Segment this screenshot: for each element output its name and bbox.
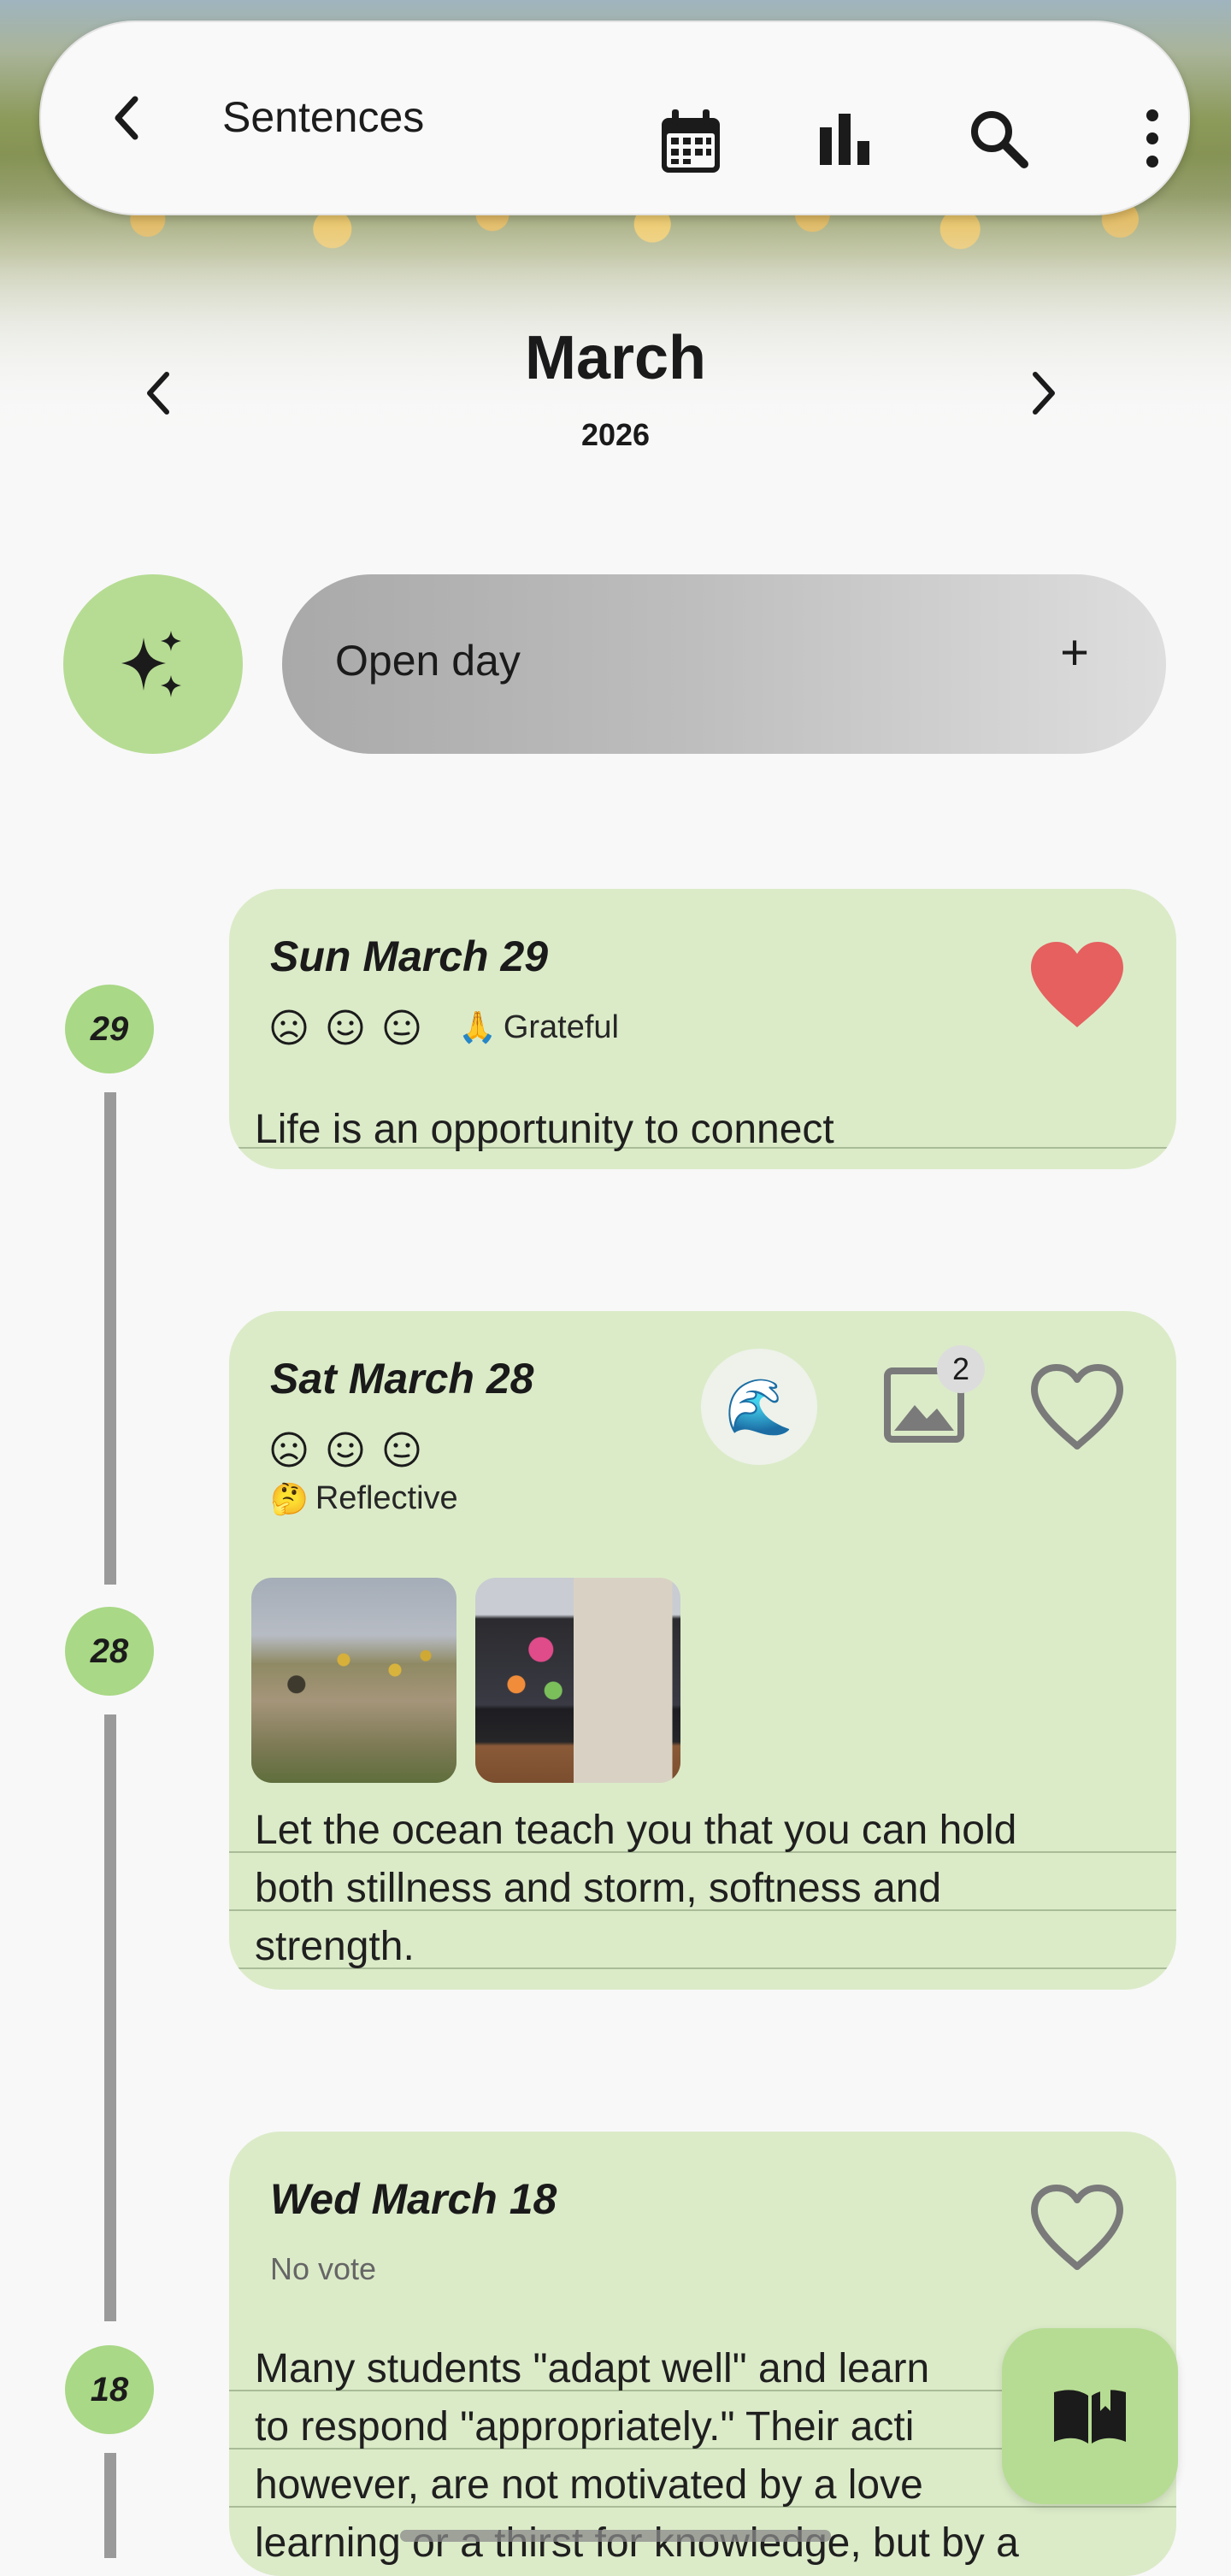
sad-face-icon[interactable]: [270, 1009, 308, 1046]
back-chevron-icon: [115, 96, 138, 140]
entry-card-march-28[interactable]: Sat March 28 🤔 Reflective 🌊 2 Let the oc…: [229, 1311, 1176, 1990]
favorite-heart-filled-icon[interactable]: [1026, 938, 1128, 1032]
timeline-line: [104, 2453, 116, 2558]
entry-date: Wed March 18: [270, 2175, 557, 2223]
search-icon: [971, 111, 1028, 168]
mood-row: [270, 1431, 421, 1468]
open-book-icon: [1054, 2389, 1126, 2444]
chevron-left-icon: [147, 372, 169, 415]
entry-text-line: learning or a thirst for knowledge, but …: [255, 2520, 1019, 2566]
more-vert-icon: [1146, 109, 1158, 168]
chevron-right-icon: [1033, 372, 1055, 415]
more-options-button[interactable]: [1110, 96, 1195, 181]
page-title: Sentences: [222, 93, 425, 141]
timeline-day-18[interactable]: 18: [65, 2345, 154, 2434]
entry-photo-thumbnail[interactable]: [475, 1578, 680, 1783]
calendar-icon: [662, 109, 720, 173]
emotion-tag[interactable]: 🤔 Reflective: [270, 1480, 458, 1517]
favorite-heart-outline-icon[interactable]: [1026, 2181, 1128, 2275]
mood-row: 🙏 Grateful: [270, 1009, 619, 1046]
read-mode-fab[interactable]: [1002, 2328, 1178, 2504]
month-name: March: [524, 324, 707, 392]
smile-face-icon[interactable]: [327, 1431, 364, 1468]
folded-hands-emoji: 🙏: [458, 1009, 497, 1044]
emotion-tag[interactable]: 🙏 Grateful: [458, 1009, 619, 1046]
emotion-tag-label: Grateful: [503, 1009, 619, 1045]
entry-text-line: strength.: [255, 1924, 415, 1969]
next-month-button[interactable]: [1014, 359, 1074, 427]
month-year: 2026: [580, 417, 651, 452]
timeline-line: [104, 1714, 116, 2321]
neutral-face-icon[interactable]: [383, 1009, 421, 1046]
smile-face-icon[interactable]: [327, 1009, 364, 1046]
calendar-button[interactable]: [648, 99, 733, 185]
emotion-tag-label: Reflective: [315, 1480, 458, 1516]
thinking-face-emoji: 🤔: [270, 1480, 309, 1516]
timeline-line: [104, 1092, 116, 1585]
previous-month-button[interactable]: [128, 359, 188, 427]
emotion-row: 🤔 Reflective: [270, 1480, 458, 1517]
timeline-day-29[interactable]: 29: [65, 985, 154, 1073]
open-day-label: Open day: [335, 637, 521, 685]
entry-card-march-29[interactable]: Sun March 29 🙏 Grateful Life is an oppor…: [229, 889, 1176, 1169]
entry-photo-thumbnail[interactable]: [251, 1578, 456, 1783]
bar-chart-icon: [820, 114, 869, 165]
sad-face-icon[interactable]: [270, 1431, 308, 1468]
back-button[interactable]: [92, 84, 161, 152]
statistics-button[interactable]: [802, 96, 887, 181]
image-count-badge: 2: [937, 1345, 985, 1393]
plus-icon: +: [1060, 625, 1089, 680]
timeline-day-28[interactable]: 28: [65, 1607, 154, 1696]
entry-text-line: both stillness and storm, softness and: [255, 1866, 942, 1911]
open-day-button[interactable]: Open day +: [282, 574, 1166, 754]
ai-sparkle-button[interactable]: [63, 574, 243, 754]
top-app-bar: Sentences: [39, 21, 1190, 215]
sticker-badge[interactable]: 🌊: [701, 1349, 817, 1465]
favorite-heart-outline-icon[interactable]: [1026, 1361, 1128, 1455]
neutral-face-icon[interactable]: [383, 1431, 421, 1468]
wave-emoji: 🌊: [725, 1375, 793, 1438]
search-button[interactable]: [956, 96, 1041, 181]
gesture-navigation-bar[interactable]: [400, 2530, 831, 2542]
entry-date: Sun March 29: [270, 932, 549, 980]
vote-status: No vote: [270, 2251, 377, 2286]
entry-date: Sat March 28: [270, 1355, 534, 1403]
sparkle-icon: [121, 631, 181, 697]
entry-text: Let the ocean teach you that you can hol…: [255, 1802, 1151, 1976]
entry-text: Life is an opportunity to connect: [255, 1107, 834, 1152]
entry-text-line: Let the ocean teach you that you can hol…: [255, 1808, 1017, 1853]
